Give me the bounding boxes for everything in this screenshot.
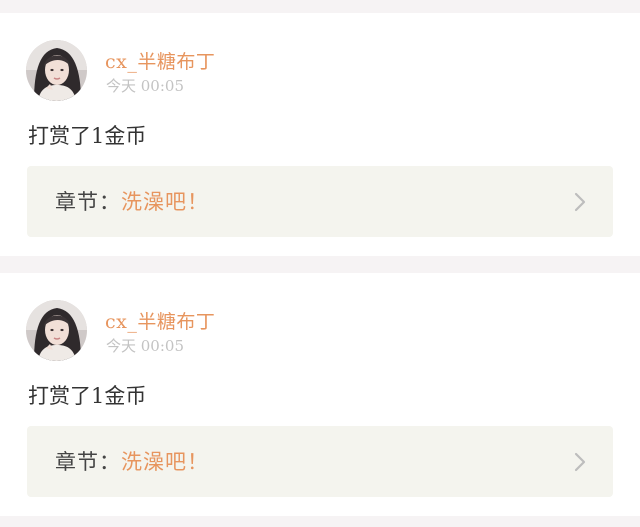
reward-feed: cx_半糖布丁 今天 00:05 打赏了1金币 章节：洗澡吧！ cx_半糖布丁 …: [0, 0, 640, 527]
avatar-photo-icon: [26, 40, 87, 101]
reward-message: 打赏了1金币: [28, 384, 147, 408]
chapter-text: 章节：洗澡吧！: [55, 186, 209, 216]
username[interactable]: cx_半糖布丁: [105, 307, 215, 334]
avatar[interactable]: [26, 300, 87, 361]
timestamp: 今天 00:05: [106, 337, 184, 355]
chapter-prefix: 章节：: [55, 450, 121, 474]
timestamp: 今天 00:05: [106, 77, 184, 95]
avatar-photo-icon: [26, 300, 87, 361]
chapter-title: 洗澡吧！: [121, 190, 209, 214]
username[interactable]: cx_半糖布丁: [105, 47, 215, 74]
reward-card: cx_半糖布丁 今天 00:05 打赏了1金币 章节：洗澡吧！: [0, 273, 640, 516]
chevron-right-icon: [574, 192, 586, 212]
reward-message: 打赏了1金币: [28, 124, 147, 148]
avatar[interactable]: [26, 40, 87, 101]
chapter-title: 洗澡吧！: [121, 450, 209, 474]
reward-card: cx_半糖布丁 今天 00:05 打赏了1金币 章节：洗澡吧！: [0, 13, 640, 256]
chapter-prefix: 章节：: [55, 190, 121, 214]
chapter-link[interactable]: 章节：洗澡吧！: [27, 166, 613, 237]
chapter-text: 章节：洗澡吧！: [55, 446, 209, 476]
chapter-link[interactable]: 章节：洗澡吧！: [27, 426, 613, 497]
chevron-right-icon: [574, 452, 586, 472]
